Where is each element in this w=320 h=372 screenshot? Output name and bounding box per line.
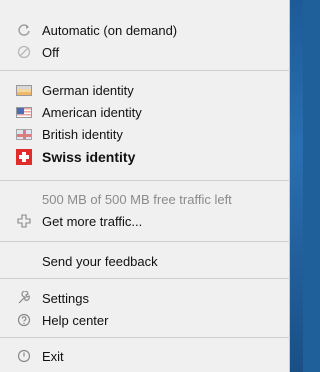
menu-item-get-more-traffic[interactable]: Get more traffic... xyxy=(0,210,290,232)
menu-item-label: Help center xyxy=(42,312,109,328)
background-window-edge xyxy=(290,0,303,372)
swiss-flag-icon xyxy=(16,149,32,165)
disabled-icon xyxy=(16,44,32,60)
menu-item-exit[interactable]: Exit xyxy=(0,345,290,367)
menu-separator xyxy=(0,241,290,242)
menu-item-label: Automatic (on demand) xyxy=(42,22,178,38)
usa-flag-icon xyxy=(16,104,32,120)
context-menu: Automatic (on demand) Off German identit… xyxy=(0,0,290,372)
menu-item-label: German identity xyxy=(42,82,134,98)
menu-item-settings[interactable]: Settings xyxy=(0,287,290,309)
menu-item-label: Exit xyxy=(42,348,64,364)
menu-item-label: Off xyxy=(42,44,60,60)
menu-item-label: American identity xyxy=(42,104,142,120)
plus-icon xyxy=(16,213,32,229)
germany-flag-icon xyxy=(16,82,32,98)
menu-item-german-identity[interactable]: German identity xyxy=(0,79,290,101)
menu-separator xyxy=(0,337,290,338)
menu-item-label: Get more traffic... xyxy=(42,213,143,229)
traffic-status-label: 500 MB of 500 MB free traffic left xyxy=(42,191,232,207)
menu-item-help-center[interactable]: Help center xyxy=(0,309,290,331)
menu-item-off[interactable]: Off xyxy=(0,41,290,63)
power-icon xyxy=(16,348,32,364)
menu-separator xyxy=(0,70,290,71)
help-icon xyxy=(16,312,32,328)
menu-separator xyxy=(0,278,290,279)
uk-flag-icon xyxy=(16,126,32,142)
menu-item-send-feedback[interactable]: Send your feedback xyxy=(0,250,290,272)
traffic-status-text: 500 MB of 500 MB free traffic left xyxy=(0,188,290,210)
menu-item-label: Send your feedback xyxy=(42,253,158,269)
refresh-icon xyxy=(16,22,32,38)
menu-item-label: Swiss identity xyxy=(42,149,136,165)
menu-item-automatic[interactable]: Automatic (on demand) xyxy=(0,19,290,41)
menu-item-american-identity[interactable]: American identity xyxy=(0,101,290,123)
menu-separator xyxy=(0,180,290,181)
menu-item-label: Settings xyxy=(42,290,89,306)
menu-item-british-identity[interactable]: British identity xyxy=(0,123,290,145)
wrench-icon xyxy=(16,290,32,306)
menu-item-swiss-identity[interactable]: Swiss identity xyxy=(0,146,290,168)
menu-item-label: British identity xyxy=(42,126,123,142)
